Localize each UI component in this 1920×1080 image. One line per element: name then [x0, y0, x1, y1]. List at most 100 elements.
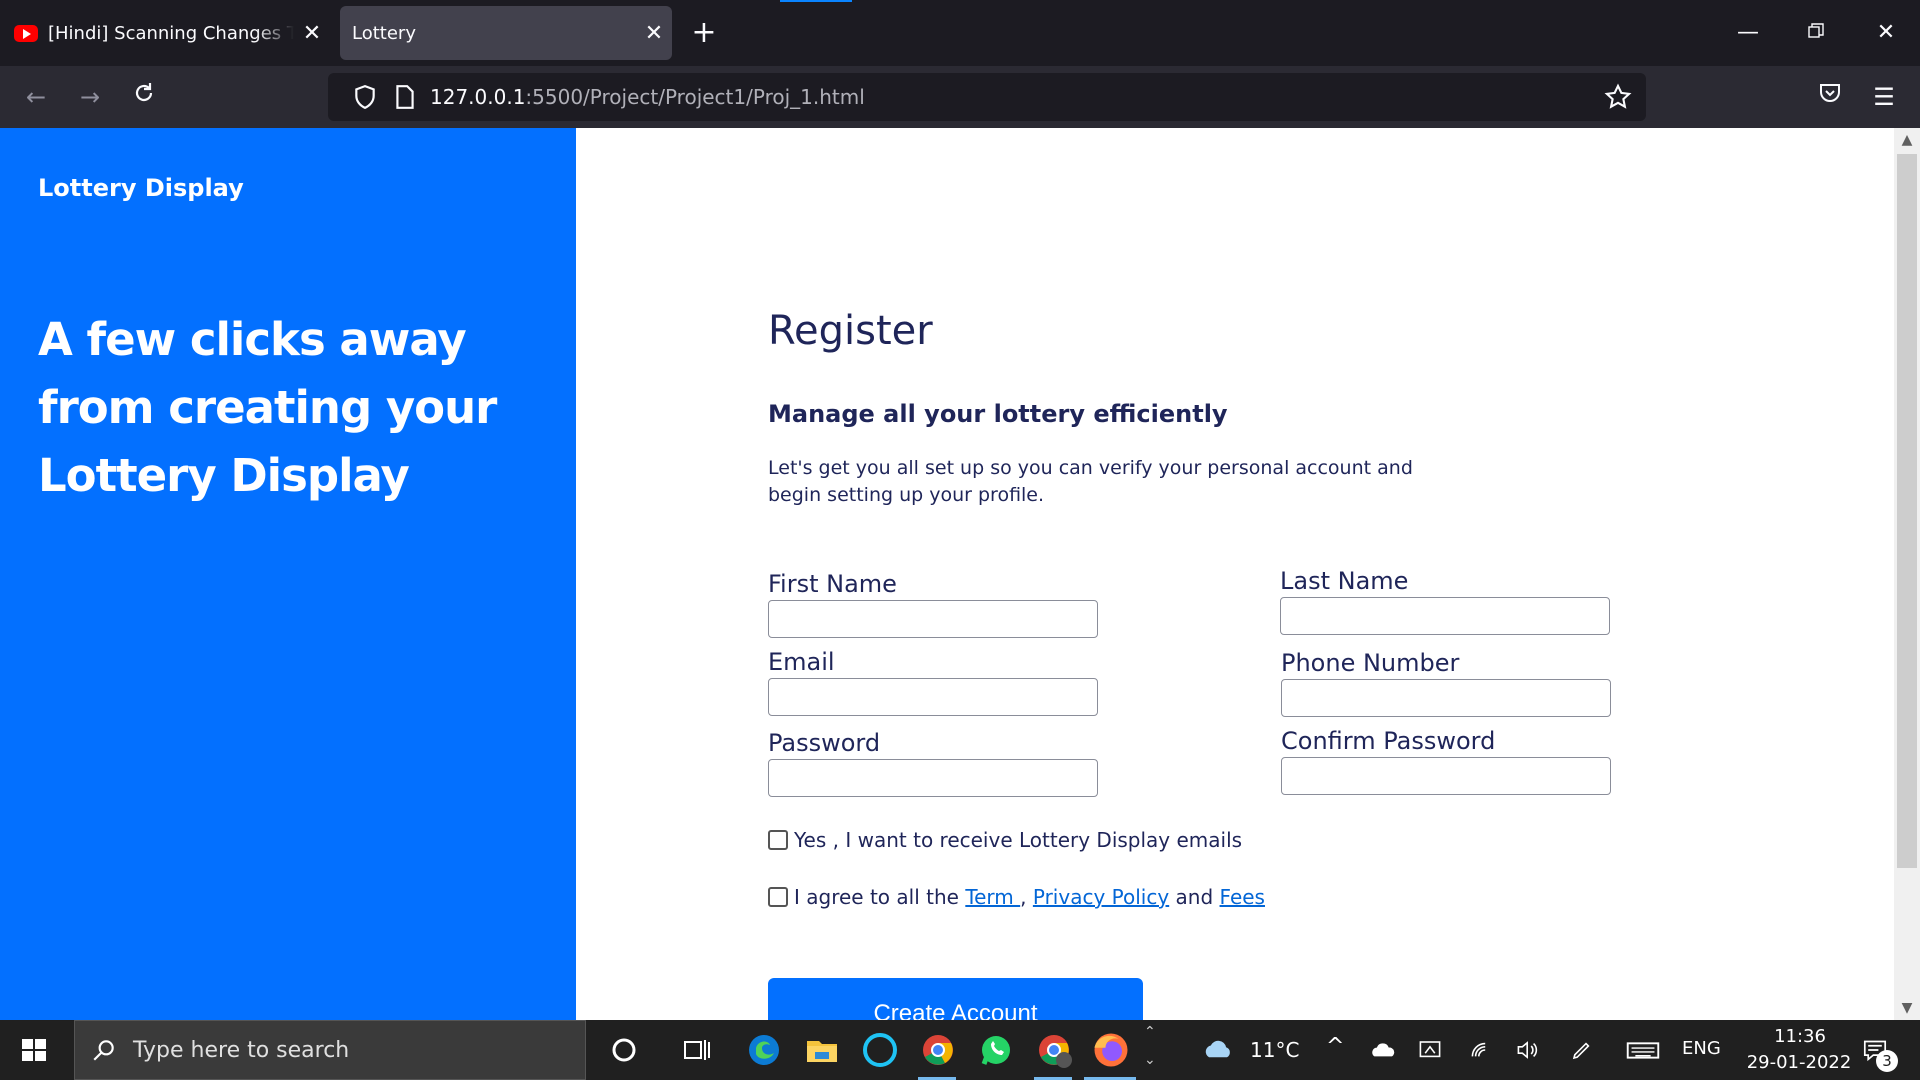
tab-youtube[interactable]: [Hindi] Scanning Changes To Fil ✕	[0, 6, 330, 60]
back-button[interactable]: ←	[16, 77, 56, 117]
onedrive-icon[interactable]	[1368, 1030, 1400, 1070]
pen-icon[interactable]	[1566, 1030, 1598, 1070]
agree-prefix[interactable]: I agree to all the	[794, 885, 965, 909]
password-field: Password	[768, 729, 1098, 797]
new-tab-button[interactable]: +	[686, 12, 722, 54]
taskbar-scroll-up-icon[interactable]: ⌃	[1144, 1024, 1156, 1040]
keyboard-icon[interactable]	[1622, 1030, 1664, 1070]
search-icon	[93, 1040, 114, 1061]
pocket-icon	[1820, 84, 1840, 102]
browser-nav-bar: ← → 127.0.0.1:5500/Project/Project1/Proj…	[0, 66, 1920, 128]
reload-icon	[135, 83, 153, 102]
search-placeholder: Type here to search	[133, 1037, 350, 1063]
confirm-password-label: Confirm Password	[1281, 727, 1496, 755]
page-viewport: Lottery Display A few clicks away from c…	[0, 128, 1920, 1020]
shield-icon[interactable]	[352, 84, 378, 110]
taskbar-search[interactable]: Type here to search	[74, 1020, 586, 1080]
tab-accent-line	[780, 0, 852, 2]
windows-start-icon[interactable]	[14, 1034, 54, 1066]
agree-checkbox[interactable]	[768, 887, 788, 907]
create-account-button[interactable]: Create Account	[768, 978, 1143, 1020]
scroll-up-arrow[interactable]: ▲	[1894, 128, 1920, 152]
phone-input[interactable]	[1281, 679, 1611, 717]
volume-icon[interactable]	[1512, 1030, 1544, 1070]
tab-lottery[interactable]: Lottery ✕	[340, 6, 672, 60]
emails-checkbox-label[interactable]: Yes , I want to receive Lottery Display …	[794, 828, 1242, 852]
page-icon[interactable]	[394, 84, 416, 110]
file-explorer-icon[interactable]	[802, 1030, 842, 1070]
firefox-icon[interactable]	[1088, 1028, 1134, 1072]
monitor-icon[interactable]	[1414, 1030, 1446, 1070]
tab-title: [Hindi] Scanning Changes To Fil	[48, 22, 294, 44]
vertical-scrollbar[interactable]: ▲ ▼	[1894, 128, 1920, 1020]
close-icon[interactable]: ✕	[294, 21, 330, 46]
edge-icon[interactable]	[744, 1030, 784, 1070]
forward-button[interactable]: →	[70, 77, 110, 117]
email-field: Email	[768, 648, 1098, 716]
password-input[interactable]	[768, 759, 1098, 797]
page-subtitle: Manage all your lottery efficiently	[768, 400, 1228, 428]
fees-link[interactable]: Fees	[1220, 885, 1265, 909]
email-label: Email	[768, 648, 835, 676]
agree-checkbox-row: I agree to all the Term , Privacy Policy…	[768, 885, 1265, 909]
pocket-button[interactable]	[1810, 77, 1850, 117]
brand-logo-text[interactable]: Lottery Display	[38, 174, 244, 202]
close-window-button[interactable]: ✕	[1856, 10, 1916, 56]
tab-title: Lottery	[352, 22, 416, 44]
weather-temperature[interactable]: 11°C	[1250, 1038, 1299, 1062]
whatsapp-icon[interactable]	[976, 1030, 1016, 1070]
wifi-icon[interactable]	[1466, 1030, 1498, 1070]
chrome-profile-icon[interactable]	[1034, 1030, 1074, 1070]
url-text[interactable]: 127.0.0.1:5500/Project/Project1/Proj_1.h…	[430, 85, 865, 109]
notification-count-badge: 3	[1876, 1050, 1898, 1072]
task-view-icon[interactable]	[676, 1030, 716, 1070]
address-bar[interactable]: 127.0.0.1:5500/Project/Project1/Proj_1.h…	[328, 73, 1646, 121]
page-description: Let's get you all set up so you can veri…	[768, 457, 1413, 506]
clock-time[interactable]: 11:36	[1760, 1026, 1840, 1047]
clock-date[interactable]: 29-01-2022	[1734, 1052, 1864, 1073]
chrome-icon[interactable]	[918, 1030, 958, 1070]
reload-button[interactable]	[124, 77, 164, 117]
last-name-input[interactable]	[1280, 597, 1610, 635]
privacy-policy-link[interactable]: Privacy Policy	[1033, 885, 1169, 909]
show-hidden-icons-chevron[interactable]: ^	[1326, 1034, 1344, 1059]
minimize-button[interactable]: —	[1718, 10, 1778, 56]
last-name-field: Last Name	[1280, 567, 1610, 635]
confirm-password-input[interactable]	[1281, 757, 1611, 795]
browser-tab-bar: [Hindi] Scanning Changes To Fil ✕ Lotter…	[0, 0, 1920, 66]
scroll-down-arrow[interactable]: ▼	[1894, 996, 1920, 1020]
language-indicator[interactable]: ENG	[1682, 1038, 1721, 1059]
email-input[interactable]	[768, 678, 1098, 716]
taskbar-scroll-down-icon[interactable]: ⌄	[1144, 1052, 1156, 1068]
scrollbar-thumb[interactable]	[1897, 154, 1917, 868]
cortana-icon[interactable]	[604, 1030, 644, 1070]
url-host: 127.0.0.1	[430, 85, 526, 109]
agree-and: and	[1169, 885, 1220, 909]
page-title: Register	[768, 308, 933, 354]
menu-button[interactable]: ☰	[1864, 77, 1904, 117]
first-name-field: First Name	[768, 570, 1098, 638]
restore-button[interactable]	[1786, 10, 1846, 56]
phone-field: Phone Number	[1281, 649, 1611, 717]
confirm-password-field: Confirm Password	[1281, 727, 1611, 795]
password-label: Password	[768, 729, 881, 757]
alexa-icon[interactable]	[860, 1030, 900, 1070]
restore-icon	[1808, 23, 1824, 38]
windows-taskbar: Type here to search ⌃ ⌄ 11°C ^ ENG 11:36…	[0, 1020, 1920, 1080]
register-form: Register Manage all your lottery efficie…	[768, 128, 1668, 1020]
phone-label: Phone Number	[1281, 649, 1460, 677]
bookmark-star-icon[interactable]	[1604, 83, 1632, 111]
first-name-input[interactable]	[768, 600, 1098, 638]
emails-checkbox[interactable]	[768, 830, 788, 850]
close-icon[interactable]: ✕	[636, 21, 672, 46]
url-path: :5500/Project/Project1/Proj_1.html	[525, 85, 865, 109]
term-link[interactable]: Term	[965, 885, 1020, 909]
weather-cloud-icon[interactable]	[1200, 1030, 1236, 1070]
hero-heading: A few clicks away from creating your Lot…	[38, 313, 497, 502]
emails-checkbox-row: Yes , I want to receive Lottery Display …	[768, 828, 1242, 852]
agree-comma: ,	[1020, 885, 1033, 909]
first-name-label: First Name	[768, 570, 897, 598]
youtube-icon	[14, 24, 38, 42]
last-name-label: Last Name	[1280, 567, 1409, 595]
left-panel: Lottery Display A few clicks away from c…	[0, 128, 576, 1020]
